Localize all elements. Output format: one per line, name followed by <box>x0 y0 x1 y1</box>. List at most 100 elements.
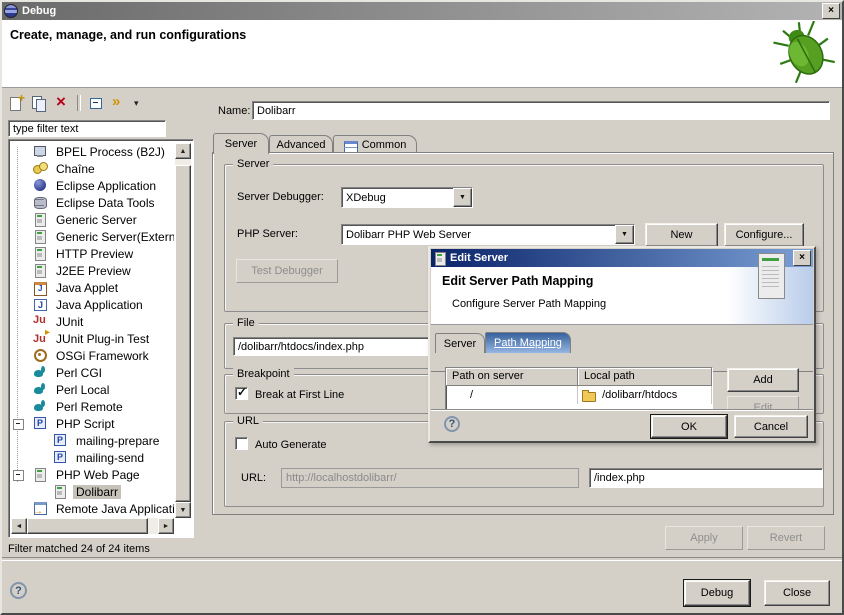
tree-item-label: Eclipse Data Tools <box>53 196 158 210</box>
scroll-left-icon[interactable]: ◄ <box>11 518 27 534</box>
server-tower-icon <box>758 253 785 299</box>
tree-item[interactable]: Perl CGI <box>11 364 174 381</box>
collapse-all-icon[interactable] <box>88 95 104 111</box>
vertical-scroll-thumb[interactable] <box>175 165 191 502</box>
new-configuration-icon[interactable] <box>8 95 24 111</box>
tree-item[interactable]: mailing-send <box>11 449 174 466</box>
filter-icon[interactable] <box>111 95 127 111</box>
dialog-close-button[interactable] <box>793 250 811 266</box>
tree-item[interactable]: Java Application <box>11 296 174 313</box>
tree-item[interactable]: PHP Web Page <box>11 466 174 483</box>
base-url-input <box>281 468 579 488</box>
tree-item-label: JUnit <box>53 315 86 329</box>
help-icon[interactable] <box>10 582 27 599</box>
tab-label: Server <box>444 338 476 350</box>
ok-button[interactable]: OK <box>651 415 727 438</box>
cell-local-path: /dolibarr/htdocs <box>578 386 712 404</box>
dropdown-arrow-icon[interactable] <box>615 225 634 244</box>
url-group-title: URL <box>233 415 263 427</box>
tree-horizontal-scrollbar[interactable]: ◄ ► <box>11 518 174 534</box>
server-group-title: Server <box>233 158 273 170</box>
tree-item[interactable]: Generic Server(External La <box>11 228 174 245</box>
tree-item[interactable]: HTTP Preview <box>11 245 174 262</box>
server-icon <box>53 484 69 499</box>
tree-item-label: Chaîne <box>53 162 98 176</box>
php-icon <box>53 433 69 448</box>
dialog-tab-path-mapping[interactable]: Path Mapping <box>485 332 571 353</box>
php-server-label: PHP Server: <box>237 228 298 240</box>
delete-configuration-icon[interactable] <box>54 95 70 111</box>
table-icon <box>344 139 358 152</box>
name-input[interactable] <box>252 101 830 120</box>
tree-item[interactable]: Eclipse Application <box>11 177 174 194</box>
java-window-icon <box>33 297 49 312</box>
new-server-button[interactable]: New <box>645 223 718 247</box>
perl-camel-icon <box>33 365 49 380</box>
collapse-toggle-icon[interactable] <box>13 470 24 481</box>
php-server-select[interactable]: Dolibarr PHP Web Server <box>341 224 635 245</box>
dropdown-arrow-icon[interactable] <box>453 188 472 207</box>
dialog-tab-server[interactable]: Server <box>435 333 485 353</box>
url-path-input[interactable] <box>589 468 823 488</box>
tree-item[interactable]: Eclipse Data Tools <box>11 194 174 211</box>
button-label: Debug <box>701 587 733 599</box>
tab-label: Server <box>225 138 257 150</box>
tree-item[interactable]: Remote Java Application <box>11 500 174 517</box>
scroll-down-icon[interactable]: ▼ <box>175 502 191 518</box>
debug-button[interactable]: Debug <box>684 580 750 606</box>
tree-item-label: Java Application <box>53 298 146 312</box>
horizontal-scroll-thumb[interactable] <box>27 518 148 534</box>
collapse-toggle-icon[interactable] <box>13 419 24 430</box>
tree-item[interactable]: JUnit Plug-in Test <box>11 330 174 347</box>
button-label: Close <box>783 587 811 599</box>
table-row[interactable]: / /dolibarr/htdocs <box>446 386 712 404</box>
close-button[interactable]: Close <box>764 580 830 606</box>
tree-item-label: Dolibarr <box>73 485 121 499</box>
tree-item[interactable]: J2EE Preview <box>11 262 174 279</box>
tree-item[interactable]: PHP Script <box>11 415 174 432</box>
name-label: Name: <box>218 105 250 117</box>
tree-item[interactable]: BPEL Process (B2J) <box>11 143 174 160</box>
eclipse-sphere-icon <box>33 178 49 193</box>
tree-item-selected[interactable]: Dolibarr <box>11 483 174 500</box>
window-titlebar: Debug <box>2 2 842 20</box>
database-icon <box>33 195 49 210</box>
revert-button: Revert <box>747 526 825 550</box>
filter-menu-caret-icon[interactable] <box>134 97 139 109</box>
tree-item-label: Generic Server <box>53 213 140 227</box>
folder-icon <box>582 388 598 403</box>
tree-item[interactable]: Chaîne <box>11 160 174 177</box>
column-path-on-server[interactable]: Path on server <box>446 368 578 386</box>
tree-item[interactable]: JUnit <box>11 313 174 330</box>
button-label: Cancel <box>754 421 788 433</box>
break-first-line-checkbox[interactable] <box>235 387 248 400</box>
tree-item[interactable]: Java Applet <box>11 279 174 296</box>
tab-server[interactable]: Server <box>213 133 269 154</box>
dialog-title: Edit Server <box>450 252 508 264</box>
server-icon <box>33 229 49 244</box>
window-title: Debug <box>22 5 56 17</box>
server-debugger-select[interactable]: XDebug <box>341 187 473 208</box>
auto-generate-checkbox[interactable] <box>235 437 248 450</box>
table-header-row: Path on server Local path <box>446 368 712 386</box>
cancel-button[interactable]: Cancel <box>734 415 808 438</box>
tree-item[interactable]: Perl Remote <box>11 398 174 415</box>
button-label: Test Debugger <box>251 265 323 277</box>
filter-input[interactable] <box>8 120 166 137</box>
tree-vertical-scrollbar[interactable]: ▲ ▼ <box>175 143 191 518</box>
server-icon <box>33 212 49 227</box>
add-mapping-button[interactable]: Add <box>727 368 799 392</box>
auto-generate-label: Auto Generate <box>255 439 327 451</box>
tree-item[interactable]: Generic Server <box>11 211 174 228</box>
tree-item[interactable]: OSGi Framework <box>11 347 174 364</box>
scroll-up-icon[interactable]: ▲ <box>175 143 191 159</box>
configure-server-button[interactable]: Configure... <box>724 223 804 247</box>
column-local-path[interactable]: Local path <box>578 368 712 386</box>
banner-title: Create, manage, and run configurations <box>10 28 246 42</box>
window-close-button[interactable] <box>822 3 840 19</box>
tree-item[interactable]: Perl Local <box>11 381 174 398</box>
dialog-help-icon[interactable] <box>444 416 460 432</box>
tree-item[interactable]: mailing-prepare <box>11 432 174 449</box>
scroll-right-icon[interactable]: ► <box>158 518 174 534</box>
duplicate-configuration-icon[interactable] <box>31 95 47 111</box>
